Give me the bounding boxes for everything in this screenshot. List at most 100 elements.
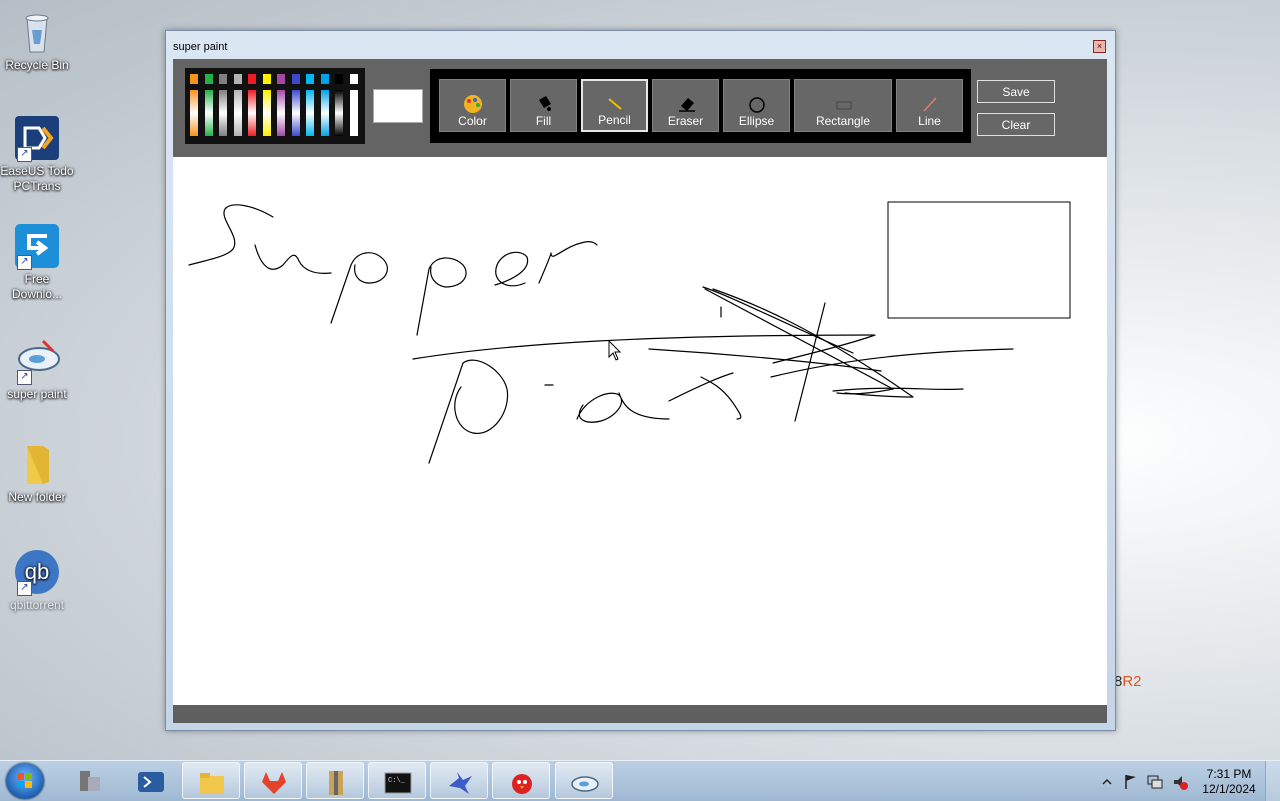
desktop-icon-label: super paint: [7, 387, 67, 401]
stroke-n: [668, 372, 742, 420]
stroke-star-2: [702, 286, 854, 354]
stroke-star-4: [832, 387, 964, 392]
pencil-icon: [583, 95, 646, 115]
taskbar-button-gitlab[interactable]: [244, 762, 302, 799]
stroke-star-5: [772, 334, 876, 364]
palette-swatch[interactable]: [320, 74, 329, 84]
os-edition-mark: 8R2: [1114, 673, 1142, 690]
window-titlebar[interactable]: super paint ×: [166, 31, 1115, 57]
palette-swatch[interactable]: [262, 74, 271, 84]
current-color-swatch: [373, 89, 423, 123]
tool-label: Eraser: [667, 114, 704, 128]
tool-ellipse-button[interactable]: Ellipse: [723, 79, 790, 132]
command-prompt-icon: C:\_: [383, 768, 413, 796]
window-title: super paint: [173, 41, 228, 53]
palette-swatch[interactable]: [248, 74, 256, 84]
canvas-drawing: [188, 201, 1071, 464]
palette-swatch[interactable]: [219, 74, 227, 84]
drawing-canvas[interactable]: [173, 157, 1107, 705]
clock[interactable]: 7:31 PM 12/1/2024: [1196, 767, 1262, 797]
taskbar-button-command-prompt[interactable]: C:\_: [368, 762, 426, 799]
desktop-icon-recycle-bin[interactable]: Recycle Bin: [0, 8, 74, 73]
palette-swatch[interactable]: [190, 74, 198, 84]
desktop-icon-easeus[interactable]: ↗ EaseUS Todo PCTrans: [0, 114, 74, 194]
stroke-a: [576, 392, 670, 423]
stroke-t-bar: [648, 348, 882, 372]
taskbar: C:\_ 7:31 PM 12/1/2024: [0, 760, 1280, 801]
taskbar-button-super-paint[interactable]: [555, 762, 613, 799]
desktop-icon-super-paint[interactable]: ↗ super paint: [0, 337, 74, 402]
palette-swatch[interactable]: [233, 74, 242, 84]
windows-logo-icon: [17, 773, 32, 788]
toolbar: Color Fill Pencil Eraser Ellipse Rectang…: [173, 59, 1107, 157]
network-icon: [1147, 775, 1163, 789]
palette-shade-bar[interactable]: [190, 90, 198, 136]
palette-shade-bar[interactable]: [233, 90, 242, 136]
tool-eraser-button[interactable]: Eraser: [652, 79, 719, 132]
palette-shade-bar[interactable]: [204, 90, 213, 136]
stroke-p3: [428, 359, 509, 464]
angry-birds-icon: [507, 768, 537, 796]
shortcut-arrow-icon: ↗: [17, 370, 32, 385]
free-download-manager-icon: ↗: [13, 222, 61, 270]
palette-shade-bar[interactable]: [262, 90, 271, 136]
palette-shade-bar[interactable]: [277, 90, 285, 136]
drawn-rectangle: [887, 201, 1071, 319]
palette-shade-bar[interactable]: [248, 90, 256, 136]
palette-shade-bar[interactable]: [320, 90, 329, 136]
taskbar-button-angry-birds[interactable]: [492, 762, 550, 799]
show-hidden-icons-icon: [1102, 778, 1112, 785]
palette-swatch[interactable]: [204, 74, 213, 84]
paint-bucket-icon: [511, 94, 576, 114]
stroke-p2: [416, 257, 467, 336]
close-button[interactable]: ×: [1093, 40, 1106, 53]
tool-rectangle-button[interactable]: Rectangle: [794, 79, 892, 132]
taskbar-button-archive[interactable]: [306, 762, 364, 799]
tool-line-button[interactable]: Line: [896, 79, 963, 132]
desktop-icon-qbittorrent[interactable]: qb ↗ qbittorrent: [0, 548, 74, 613]
show-desktop-button[interactable]: [1265, 761, 1280, 801]
clock-time: 7:31 PM: [1206, 767, 1252, 781]
palette-shade-bar[interactable]: [306, 90, 314, 136]
eraser-icon: [653, 94, 718, 114]
shortcut-arrow-icon: ↗: [17, 147, 32, 162]
taskbar-button-file-explorer[interactable]: [182, 762, 240, 799]
save-button[interactable]: Save: [977, 80, 1055, 103]
palette-swatch[interactable]: [349, 74, 358, 84]
qbittorrent-icon: qb ↗: [13, 548, 61, 596]
line-icon: [897, 94, 962, 114]
tray-icons: [1102, 775, 1188, 790]
desktop-icon-label: EaseUS Todo PCTrans: [0, 164, 74, 193]
super-paint-window: super paint × Color Fill Pencil Eraser E…: [165, 30, 1116, 731]
palette-swatch[interactable]: [306, 74, 314, 84]
desktop-icon-label: Free Downlo...: [11, 272, 63, 301]
taskbar-button-powershell[interactable]: [122, 762, 180, 799]
svg-text:C:\_: C:\_: [388, 777, 406, 785]
start-button[interactable]: [6, 763, 44, 799]
tool-label: Rectangle: [815, 114, 871, 128]
color-palette[interactable]: [185, 68, 365, 144]
archive-icon: [321, 768, 351, 796]
gitlab-icon: [259, 768, 289, 796]
palette-swatch[interactable]: [291, 74, 300, 84]
taskbar-button-bird-app[interactable]: [430, 762, 488, 799]
desktop-icon-free-download-manager[interactable]: ↗ Free Downlo...: [0, 222, 74, 302]
mouse-cursor: [608, 339, 622, 361]
clear-button[interactable]: Clear: [977, 113, 1055, 136]
stroke-u: [254, 244, 332, 274]
palette-shade-bar[interactable]: [349, 90, 358, 136]
tool-color-button[interactable]: Color: [439, 79, 506, 132]
palette-swatch[interactable]: [277, 74, 285, 84]
tool-fill-button[interactable]: Fill: [510, 79, 577, 132]
palette-shade-bar[interactable]: [335, 90, 343, 136]
desktop-icon-label: qbittorrent: [9, 598, 65, 612]
tool-pencil-button[interactable]: Pencil: [581, 79, 648, 132]
taskbar-button-server-manager[interactable]: [60, 762, 118, 799]
palette-shade-bar[interactable]: [291, 90, 300, 136]
shortcut-arrow-icon: ↗: [17, 255, 32, 270]
desktop-icon-new-folder[interactable]: New folder: [0, 440, 74, 505]
palette-shade-bar[interactable]: [219, 90, 227, 136]
desktop-icon-label: New folder: [8, 490, 66, 504]
stroke-p1: [330, 252, 388, 324]
palette-swatch[interactable]: [335, 74, 343, 84]
